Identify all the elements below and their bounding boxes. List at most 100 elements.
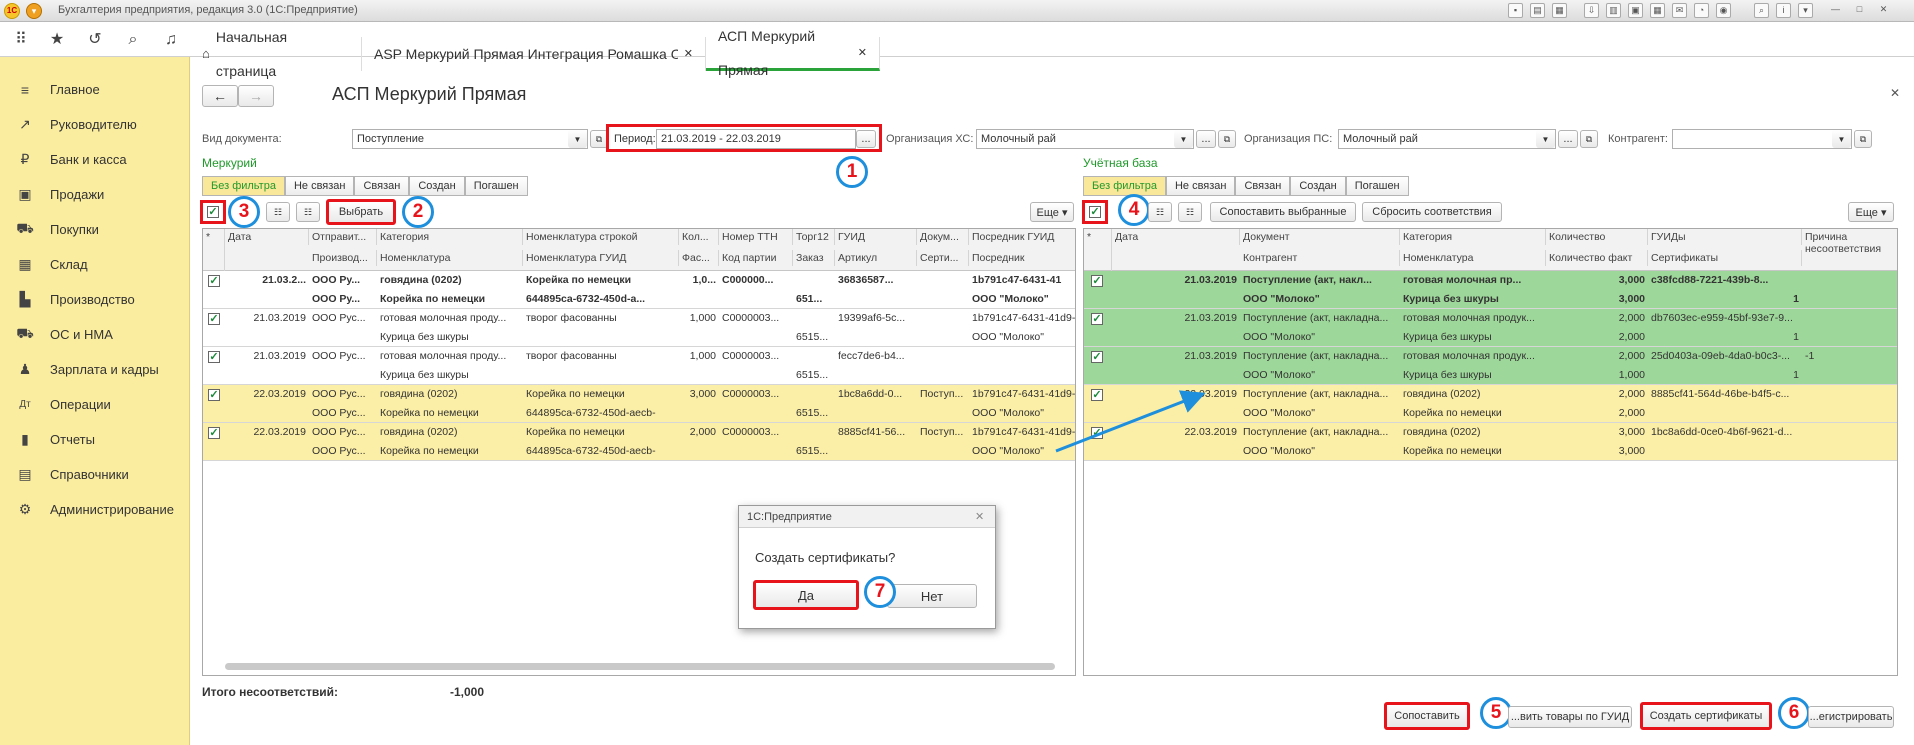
uncheck-all-icon[interactable]: ☷ xyxy=(1148,202,1172,222)
row-checkbox[interactable]: ✓ xyxy=(208,389,220,401)
invert-selection-icon[interactable]: ☷ xyxy=(296,202,320,222)
col-header[interactable]: Код партии xyxy=(719,250,793,266)
col-header[interactable]: Документ xyxy=(1240,229,1400,245)
col-header[interactable]: ГУИД xyxy=(835,229,917,245)
create-certificates-button[interactable]: Создать сертификаты xyxy=(1640,702,1772,730)
minimize-icon[interactable]: — xyxy=(1828,3,1843,18)
match-button[interactable]: Сопоставить xyxy=(1384,702,1470,730)
table-row[interactable]: ✓ 21.03.2019 Поступление (акт, накл... гото… xyxy=(1084,271,1897,309)
match-selected-button[interactable]: Сопоставить выбранные xyxy=(1210,202,1356,222)
history-icon[interactable]: ◔ xyxy=(1694,3,1709,18)
filter-tab-all[interactable]: Без фильтра xyxy=(1083,176,1166,196)
sidebar-item-assets[interactable]: ⛟ ОС и НМА xyxy=(0,317,190,352)
col-header[interactable]: Фас... xyxy=(679,250,719,266)
col-header[interactable]: Количество факт xyxy=(1546,250,1648,266)
row-checkbox[interactable]: ✓ xyxy=(1091,275,1103,287)
close-tab-icon[interactable]: ✕ xyxy=(858,36,867,70)
period-field[interactable]: 21.03.2019 - 22.03.2019 xyxy=(656,129,856,149)
save-icon[interactable]: ▪ xyxy=(1508,3,1523,18)
maximize-icon[interactable]: □ xyxy=(1852,3,1867,18)
row-checkbox[interactable]: ✓ xyxy=(208,427,220,439)
sidebar-item-operations[interactable]: Дт Операции xyxy=(0,387,190,422)
close-form-icon[interactable]: ✕ xyxy=(1890,86,1900,100)
dialog-no-button[interactable]: Нет xyxy=(887,584,977,608)
mercury-more-button[interactable]: Еще ▾ xyxy=(1030,202,1074,222)
row-checkbox[interactable]: ✓ xyxy=(1091,313,1103,325)
sidebar-item-purchases[interactable]: ⛟ Покупки xyxy=(0,212,190,247)
tab-home[interactable]: ⌂ Начальная страница xyxy=(190,29,362,79)
open-icon[interactable]: ⧉ xyxy=(1218,130,1236,148)
tab-asp-integration[interactable]: ASP Меркурий Прямая Интеграция Ромашка О… xyxy=(362,37,706,71)
open-icon[interactable]: ⧉ xyxy=(1580,130,1598,148)
filter-tab-created[interactable]: Создан xyxy=(1290,176,1346,196)
close-window-icon[interactable]: ✕ xyxy=(1876,3,1891,18)
back-button[interactable]: ← xyxy=(202,85,238,107)
settings-menu-icon[interactable]: ▾ xyxy=(1798,3,1813,18)
apps-grid-icon[interactable]: ⠿ xyxy=(10,30,32,50)
filter-tab-all[interactable]: Без фильтра xyxy=(202,176,285,196)
col-header[interactable]: Дата xyxy=(1112,229,1240,245)
sidebar-item-production[interactable]: ▙ Производство xyxy=(0,282,190,317)
col-header[interactable]: Причина несоответствия xyxy=(1802,229,1897,271)
doc-type-field[interactable]: Поступление xyxy=(352,129,588,149)
calendar-icon[interactable]: ▣ xyxy=(1628,3,1643,18)
filter-tab-redeemed[interactable]: Погашен xyxy=(464,176,528,196)
col-header[interactable]: Номенклатура xyxy=(377,250,523,266)
register-button[interactable]: ...егистрировать xyxy=(1808,706,1894,728)
base-more-button[interactable]: Еще ▾ xyxy=(1848,202,1894,222)
row-checkbox[interactable]: ✓ xyxy=(208,351,220,363)
app-menu-icon[interactable]: ▾ xyxy=(26,3,42,19)
bell-icon[interactable]: ◉ xyxy=(1716,3,1731,18)
table-row[interactable]: ✓ 21.03.2... ООО Ру... говядина (0202) Корей… xyxy=(203,271,1075,309)
col-header[interactable]: Производ... xyxy=(309,250,377,266)
grid-icon[interactable]: ▥ xyxy=(1606,3,1621,18)
favorites-star-icon[interactable]: ★ xyxy=(46,30,68,50)
col-header[interactable]: ГУИДы xyxy=(1648,229,1802,245)
col-header[interactable]: Артикул xyxy=(835,250,917,266)
col-header[interactable]: Номенклатура строкой xyxy=(523,229,679,245)
dropdown-arrow-icon[interactable]: ▼ xyxy=(568,130,587,148)
notifications-bell-icon[interactable]: ♫ xyxy=(160,30,182,50)
col-header[interactable]: Категория xyxy=(377,229,523,245)
dropdown-arrow-icon[interactable]: ▼ xyxy=(1832,130,1851,148)
sidebar-item-reports[interactable]: ▮ Отчеты xyxy=(0,422,190,457)
sidebar-item-sales[interactable]: ▣ Продажи xyxy=(0,177,190,212)
sidebar-item-bank[interactable]: ₽ Банк и касса xyxy=(0,142,190,177)
table-row[interactable]: ✓ 21.03.2019 ООО Рус... готовая молочная пр… xyxy=(203,347,1075,385)
col-header[interactable]: Торг12 xyxy=(793,229,835,245)
search-icon[interactable]: ⌕ xyxy=(122,30,144,50)
col-header[interactable]: Докум... xyxy=(917,229,969,245)
sidebar-item-catalogs[interactable]: ▤ Справочники xyxy=(0,457,190,492)
forward-button[interactable]: → xyxy=(238,85,274,107)
uncheck-all-icon[interactable]: ☷ xyxy=(266,202,290,222)
filter-tab-unlinked[interactable]: Не связан xyxy=(284,176,355,196)
horizontal-scrollbar[interactable] xyxy=(225,663,1055,670)
dialog-yes-button[interactable]: Да xyxy=(753,580,859,610)
dialog-close-icon[interactable]: ✕ xyxy=(975,510,984,523)
filter-tab-unlinked[interactable]: Не связан xyxy=(1165,176,1236,196)
mail-icon[interactable]: ✉ xyxy=(1672,3,1687,18)
preview-icon[interactable]: ▦ xyxy=(1552,3,1567,18)
select-button[interactable]: Выбрать xyxy=(326,199,396,225)
counterparty-field[interactable] xyxy=(1672,129,1852,149)
print-icon[interactable]: ▤ xyxy=(1530,3,1545,18)
col-header[interactable]: Посредник ГУИД xyxy=(969,229,1075,245)
col-header[interactable]: Номенклатура xyxy=(1400,250,1546,266)
sidebar-item-admin[interactable]: ⚙ Администрирование xyxy=(0,492,190,527)
table-row[interactable]: ✓ 22.03.2019 ООО Рус... говядина (0202) Коре… xyxy=(203,385,1075,423)
col-header[interactable]: Количество xyxy=(1546,229,1648,245)
dropdown-arrow-icon[interactable]: ▼ xyxy=(1536,130,1555,148)
period-select-button[interactable]: ... xyxy=(856,130,876,148)
open-icon[interactable]: ⧉ xyxy=(1854,130,1872,148)
org-hs-field[interactable]: Молочный рай xyxy=(976,129,1194,149)
col-header[interactable]: Отправит... xyxy=(309,229,377,245)
zoom-icon[interactable]: ⌕ xyxy=(1754,3,1769,18)
org-ps-select-button[interactable]: ... xyxy=(1558,130,1578,148)
table-row[interactable]: ✓ 22.03.2019 ООО Рус... говядина (0202) Коре… xyxy=(203,423,1075,461)
org-ps-field[interactable]: Молочный рай xyxy=(1338,129,1556,149)
row-checkbox[interactable]: ✓ xyxy=(208,275,220,287)
col-header[interactable]: Дата xyxy=(225,229,309,245)
table-row[interactable]: ✓ 21.03.2019 ООО Рус... готовая молочная пр… xyxy=(203,309,1075,347)
col-header[interactable]: Категория xyxy=(1400,229,1546,245)
calculator-icon[interactable]: ▦ xyxy=(1650,3,1665,18)
